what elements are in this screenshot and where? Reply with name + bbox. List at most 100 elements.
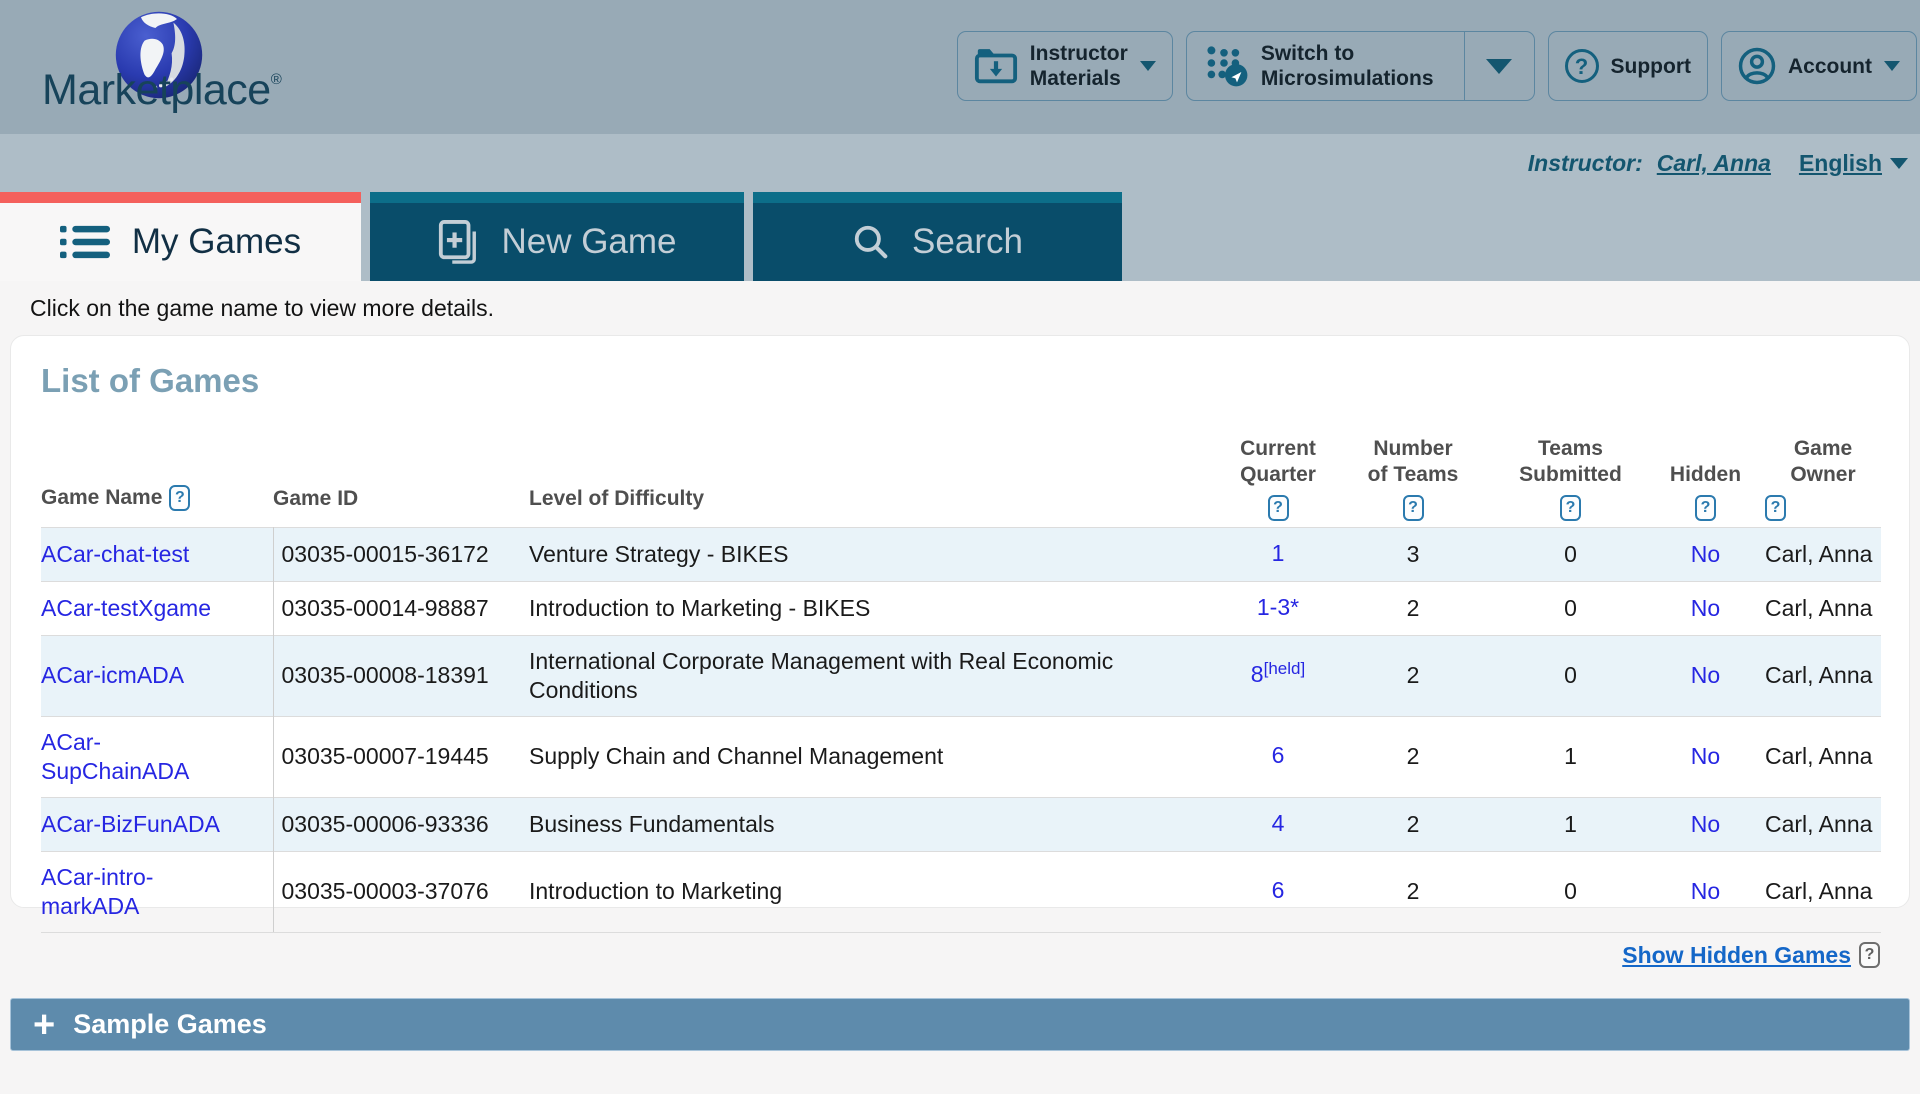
num-teams-cell: 3 — [1343, 527, 1483, 581]
game-name-link[interactable]: ACar-SupChainADA — [41, 729, 189, 784]
label-line1: Switch to — [1261, 41, 1434, 66]
instructor-materials-button[interactable]: Instructor Materials — [957, 31, 1173, 101]
current-quarter-link[interactable]: 6 — [1272, 742, 1285, 768]
game-name-link[interactable]: ACar-chat-test — [41, 541, 189, 567]
hidden-toggle-link[interactable]: No — [1691, 878, 1720, 904]
help-icon[interactable]: ? — [1560, 495, 1581, 521]
tab-my-games[interactable]: My Games — [0, 192, 361, 281]
difficulty-cell: International Corporate Management with … — [529, 635, 1213, 716]
quarter-value: 6 — [1272, 742, 1285, 768]
teams-submitted-cell: 0 — [1483, 581, 1658, 635]
account-label: Account — [1788, 54, 1872, 79]
user-bar: Instructor: Carl, Anna English — [0, 134, 1920, 192]
col-teams-submitted: Teams Submitted? — [1483, 402, 1658, 527]
help-icon[interactable]: ? — [169, 485, 190, 511]
current-quarter-link[interactable]: 4 — [1272, 810, 1285, 836]
difficulty-cell: Introduction to Marketing — [529, 851, 1213, 932]
hidden-toggle-link[interactable]: No — [1691, 662, 1720, 688]
marketplace-app: Marketplace® Instructor Materials — [0, 0, 1920, 1080]
table-header-row: Game Name ? Game ID Level of Difficulty … — [41, 402, 1881, 527]
top-header-bar: Marketplace® Instructor Materials — [0, 0, 1920, 134]
help-icon[interactable]: ? — [1765, 495, 1786, 521]
num-teams-cell: 2 — [1343, 797, 1483, 851]
current-quarter-link[interactable]: 1 — [1272, 540, 1285, 566]
hidden-toggle-link[interactable]: No — [1691, 541, 1720, 567]
game-name-link[interactable]: ACar-intro-markADA — [41, 864, 153, 919]
games-table: Game Name ? Game ID Level of Difficulty … — [41, 402, 1881, 933]
game-owner-cell: Carl, Anna — [1753, 527, 1881, 581]
game-owner-cell: Carl, Anna — [1753, 635, 1881, 716]
col-label: Game Name — [41, 486, 162, 510]
col-difficulty: Level of Difficulty — [529, 402, 1213, 527]
quarter-value: 4 — [1272, 810, 1285, 836]
question-glyph: ? — [1575, 54, 1588, 79]
sample-games-bar[interactable]: + Sample Games — [10, 998, 1910, 1051]
current-quarter-link[interactable]: 1-3* — [1257, 594, 1299, 620]
difficulty-cell: Business Fundamentals — [529, 797, 1213, 851]
current-quarter-link[interactable]: 8[held] — [1251, 661, 1305, 687]
hidden-toggle-link[interactable]: No — [1691, 595, 1720, 621]
game-id-cell: 03035-00003-37076 — [273, 851, 529, 932]
help-icon[interactable]: ? — [1859, 942, 1880, 968]
teams-submitted-cell: 1 — [1483, 797, 1658, 851]
col-number-of-teams: Number of Teams? — [1343, 402, 1483, 527]
table-row: ACar-icmADA 03035-00008-18391 Internatio… — [41, 635, 1881, 716]
question-circle-icon: ? — [1565, 49, 1599, 83]
game-name-link[interactable]: ACar-BizFunADA — [41, 811, 220, 837]
num-teams-cell: 2 — [1343, 581, 1483, 635]
game-name-link[interactable]: ACar-testXgame — [41, 595, 211, 621]
quarter-value: 6 — [1272, 877, 1285, 903]
show-hidden-games-link[interactable]: Show Hidden Games — [1622, 942, 1851, 969]
instructor-name-link[interactable]: Carl, Anna — [1657, 150, 1771, 177]
tab-new-game[interactable]: New Game — [370, 192, 744, 281]
game-owner-cell: Carl, Anna — [1753, 716, 1881, 797]
help-icon[interactable]: ? — [1403, 495, 1424, 521]
label-line2: Materials — [1030, 66, 1128, 91]
game-id-cell: 03035-00006-93336 — [273, 797, 529, 851]
hidden-toggle-link[interactable]: No — [1691, 743, 1720, 769]
language-caret-icon — [1890, 158, 1908, 169]
col-label: Game Owner — [1765, 436, 1881, 488]
account-button[interactable]: Account — [1721, 31, 1917, 101]
apps-grid-icon — [1205, 44, 1249, 88]
support-button[interactable]: ? Support — [1548, 31, 1708, 101]
label-line1: Instructor — [1030, 41, 1128, 66]
dropdown-caret-icon — [1486, 59, 1512, 74]
current-quarter-link[interactable]: 6 — [1272, 877, 1285, 903]
col-game-name: Game Name ? — [41, 402, 273, 527]
quarter-value: 8 — [1251, 661, 1264, 687]
support-label: Support — [1611, 54, 1691, 79]
col-game-id: Game ID — [273, 402, 529, 527]
game-id-cell: 03035-00015-36172 — [273, 527, 529, 581]
show-hidden-row: Show Hidden Games ? — [0, 942, 1920, 968]
tab-search[interactable]: Search — [753, 192, 1122, 281]
col-label: Teams Submitted — [1519, 436, 1622, 488]
quarter-value: 1-3* — [1257, 594, 1299, 620]
dropdown-caret-icon — [1140, 61, 1156, 71]
game-owner-cell: Carl, Anna — [1753, 797, 1881, 851]
teams-submitted-cell: 0 — [1483, 527, 1658, 581]
search-icon — [852, 223, 890, 261]
hidden-toggle-link[interactable]: No — [1691, 811, 1720, 837]
switch-to-microsimulations-button[interactable]: Switch to Microsimulations — [1186, 31, 1535, 101]
dropdown-caret-icon — [1884, 61, 1900, 71]
difficulty-cell: Introduction to Marketing - BIKES — [529, 581, 1213, 635]
help-icon[interactable]: ? — [1268, 495, 1289, 521]
language-label[interactable]: English — [1799, 150, 1882, 177]
table-row: ACar-SupChainADA 03035-00007-19445 Suppl… — [41, 716, 1881, 797]
col-current-quarter: Current Quarter? — [1213, 402, 1343, 527]
num-teams-cell: 2 — [1343, 635, 1483, 716]
switch-caret-segment[interactable] — [1464, 32, 1534, 100]
switch-main-segment[interactable]: Switch to Microsimulations — [1187, 32, 1452, 100]
language-selector[interactable]: English — [1799, 150, 1908, 177]
game-id-cell: 03035-00014-98887 — [273, 581, 529, 635]
game-name-link[interactable]: ACar-icmADA — [41, 662, 184, 688]
quarter-value: 1 — [1272, 540, 1285, 566]
col-label: Hidden — [1670, 462, 1741, 488]
difficulty-cell: Supply Chain and Channel Management — [529, 716, 1213, 797]
table-row: ACar-BizFunADA 03035-00006-93336 Busines… — [41, 797, 1881, 851]
teams-submitted-cell: 0 — [1483, 851, 1658, 932]
label-line2: Microsimulations — [1261, 66, 1434, 91]
quarter-note: [held] — [1264, 659, 1306, 678]
help-icon[interactable]: ? — [1695, 495, 1716, 521]
